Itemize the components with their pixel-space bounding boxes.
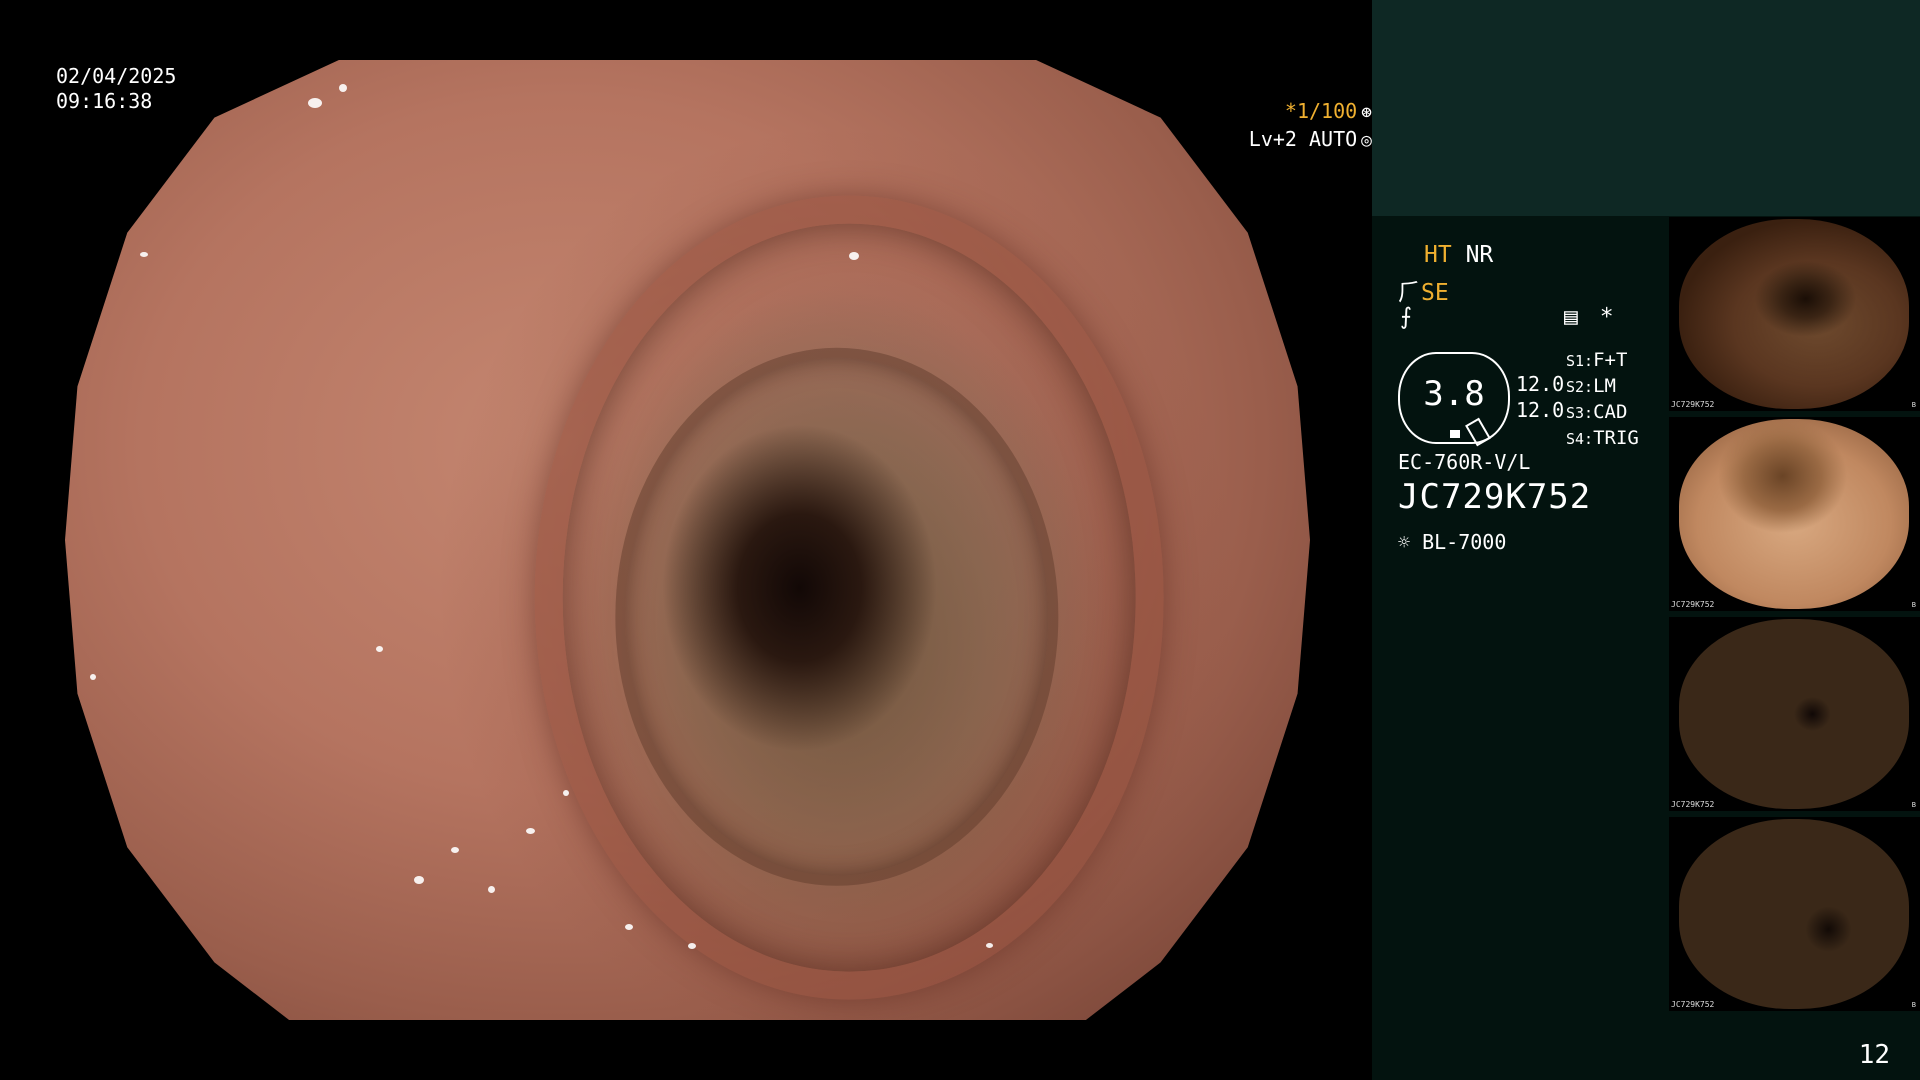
light-source-icon: ☼ — [1398, 530, 1411, 554]
exposure-readout: *1/100 ⊛ Lv+2 AUTO ◎ — [54, 98, 1372, 154]
light-reflection — [413, 876, 424, 884]
magnification-tick-icon — [1465, 417, 1491, 447]
magnification-indicator: 3.8 — [1398, 352, 1510, 447]
switch-setting-row: S3:CAD — [1566, 400, 1639, 426]
thumbnail-marker: B — [1911, 601, 1916, 609]
switch-value: CAD — [1593, 401, 1628, 423]
f-icon: ⨍ — [1400, 304, 1412, 330]
light-reflection — [139, 252, 148, 257]
light-reflection — [625, 924, 634, 930]
switch-key: S2: — [1566, 378, 1594, 396]
magnification-value: 3.8 — [1423, 374, 1485, 414]
light-source-label: BL-7000 — [1422, 530, 1507, 554]
colon-lumen-image — [65, 60, 1310, 1020]
scope-model: EC-760R-V/L — [1398, 450, 1531, 474]
se-icon: ⺁ — [1398, 280, 1421, 306]
asterisk-mark: * — [1599, 304, 1614, 330]
ht-nr-row: HT NR — [1424, 242, 1493, 268]
light-reflection — [450, 847, 459, 854]
page-number: 12 — [1858, 1040, 1890, 1070]
switch-settings: S1:F+T S2:LM S3:CAD S4:TRIG — [1566, 348, 1639, 452]
switch-key: S3: — [1566, 404, 1594, 422]
thumbnail-image — [1679, 219, 1909, 409]
ht-label: HT — [1424, 242, 1452, 268]
switch-key: S1: — [1566, 352, 1594, 370]
thumbnail-marker: B — [1911, 1001, 1916, 1009]
thumbnail-image — [1679, 619, 1909, 809]
value-1: 12.0 — [1516, 372, 1565, 396]
thumbnail-caption: JC729K752 — [1671, 1000, 1715, 1009]
switch-setting-row: S1:F+T — [1566, 348, 1639, 374]
switch-key: S4: — [1566, 430, 1594, 448]
switch-value: F+T — [1593, 349, 1628, 371]
se-label: SE — [1421, 280, 1449, 306]
f-icon-row: ⨍ — [1400, 304, 1412, 330]
switch-setting-row: S4:TRIG — [1566, 426, 1639, 452]
se-row: ⺁SE — [1398, 273, 1449, 307]
shutter-icon: ⊛ — [1361, 102, 1372, 123]
light-reflection — [525, 828, 535, 834]
magnification-marker — [1450, 430, 1460, 438]
thumbnail-3[interactable]: JC729K752 B — [1669, 617, 1920, 811]
inner-mucosal-fold — [615, 347, 1059, 886]
value-2: 12.0 — [1516, 398, 1565, 422]
switch-value: LM — [1593, 375, 1616, 397]
light-reflection — [338, 84, 347, 92]
light-reflection — [563, 789, 569, 796]
scope-serial: JC729K752 — [1398, 477, 1592, 517]
shutter-speed: *1/100 — [1284, 99, 1358, 123]
switch-setting-row: S2:LM — [1566, 374, 1639, 400]
nr-label: NR — [1465, 242, 1494, 268]
panel-header-area — [1372, 0, 1920, 216]
thumbnail-marker: B — [1911, 401, 1916, 409]
thumbnail-image — [1679, 819, 1909, 1009]
thumbnail-caption: JC729K752 — [1671, 800, 1715, 809]
light-reflection — [488, 885, 496, 893]
record-icon: ▤ — [1564, 304, 1578, 330]
light-reflection — [687, 943, 696, 950]
record-status-row: ▤ * — [1564, 304, 1614, 330]
iris-mode: Lv+2 AUTO — [1248, 127, 1358, 151]
thumbnail-marker: B — [1911, 801, 1916, 809]
iris-icon: ◎ — [1361, 130, 1372, 151]
thumbnail-caption: JC729K752 — [1671, 600, 1715, 609]
thumbnail-1[interactable]: JC729K752 B — [1669, 217, 1920, 411]
thumbnail-4[interactable]: JC729K752 B — [1669, 817, 1920, 1011]
endoscopy-live-view: 02/04/2025 09:16:38 *1/100 ⊛ Lv+2 AUTO ◎ — [0, 0, 1372, 1080]
thumbnail-image — [1679, 419, 1909, 609]
light-reflection — [376, 645, 384, 652]
thumbnail-2[interactable]: JC729K752 B — [1669, 417, 1920, 611]
thumbnail-caption: JC729K752 — [1671, 400, 1715, 409]
date-text: 02/04/2025 — [56, 64, 177, 88]
switch-value: TRIG — [1593, 427, 1639, 449]
light-reflection — [89, 674, 96, 681]
light-source-row: ☼ BL-7000 — [1398, 530, 1506, 554]
